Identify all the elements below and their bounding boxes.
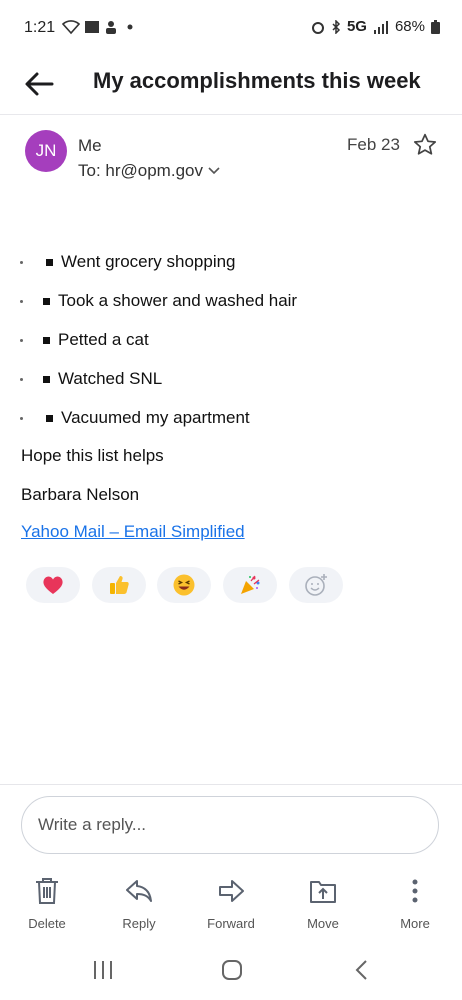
reaction-heart[interactable] [26, 567, 80, 603]
battery-icon [431, 19, 440, 34]
list-item: Petted a cat [20, 329, 149, 351]
reaction-thumbs-up[interactable] [92, 567, 146, 603]
forward-button[interactable]: Forward [196, 876, 266, 931]
thumbs-up-icon [110, 576, 129, 594]
reply-label: Reply [122, 916, 156, 931]
message-date: Feb 23 [347, 135, 400, 154]
move-to-folder-icon [310, 881, 336, 903]
inner-bullet [43, 375, 50, 383]
delete-label: Delete [28, 916, 66, 931]
back-nav-button[interactable] [352, 958, 372, 987]
list-item-text: Went grocery shopping [61, 252, 236, 271]
chevron-down-icon [208, 167, 220, 175]
recipient-label: To: hr@opm.gov [78, 161, 203, 180]
list-item-text: Took a shower and washed hair [58, 291, 298, 310]
outer-bullet [20, 338, 23, 342]
inner-bullet [43, 336, 50, 344]
more-button[interactable]: More [380, 876, 450, 931]
gallery-icon [84, 18, 100, 36]
arrow-left-icon [25, 72, 54, 96]
list-item: Went grocery shopping [20, 251, 236, 273]
reaction-laughing[interactable] [157, 567, 211, 603]
heart-icon [43, 576, 63, 594]
outer-bullet [20, 377, 23, 381]
outer-bullet [20, 416, 23, 420]
laughing-face-icon [173, 574, 195, 596]
notification-icon [104, 18, 118, 36]
add-reaction-icon [305, 574, 327, 596]
message-subject: My accomplishments this week [93, 68, 421, 93]
outer-bullet [20, 260, 23, 264]
recent-apps-icon [94, 961, 112, 979]
star-icon [413, 133, 437, 155]
sender-name[interactable]: Me [78, 136, 102, 156]
app-header: My accomplishments this week [0, 56, 462, 115]
outer-bullet [20, 299, 23, 303]
reply-button[interactable]: Reply [104, 876, 174, 931]
closing-text: Hope this list helps [21, 446, 164, 465]
inner-bullet [43, 297, 50, 305]
move-label: Move [307, 916, 339, 931]
signature: Barbara Nelson [21, 485, 140, 504]
list-item: Took a shower and washed hair [20, 290, 297, 312]
move-button[interactable]: Move [288, 876, 358, 931]
reply-input[interactable]: Write a reply... [21, 796, 439, 854]
status-bar: 1:21 5G 68% [0, 0, 462, 56]
recipient-toggle[interactable]: To: hr@opm.gov [78, 161, 221, 181]
more-label: More [400, 916, 430, 931]
list-item: Vacuumed my apartment [20, 407, 250, 429]
status-time: 1:21 [24, 19, 56, 36]
list-item-text: Watched SNL [58, 369, 163, 388]
dot-icon [127, 18, 133, 36]
star-button[interactable] [412, 132, 438, 158]
bluetooth-icon [332, 19, 341, 34]
forward-icon [219, 880, 244, 902]
forward-label: Forward [207, 916, 255, 931]
reply-icon [126, 880, 152, 902]
inner-bullet [46, 258, 53, 266]
battery-percent: 68% [394, 18, 425, 35]
home-button[interactable] [220, 958, 244, 987]
home-icon [222, 960, 242, 980]
trash-icon [36, 878, 58, 904]
more-vertical-icon [412, 879, 418, 903]
party-popper-icon [241, 575, 260, 594]
reaction-party[interactable] [223, 567, 277, 603]
list-item: Watched SNL [20, 368, 162, 390]
alarm-icon [311, 21, 324, 34]
chevron-left-icon [355, 960, 367, 980]
divider [0, 784, 462, 785]
inner-bullet [46, 414, 53, 422]
avatar[interactable]: JN [25, 130, 67, 172]
list-item-text: Petted a cat [58, 330, 149, 349]
recent-apps-button[interactable] [92, 958, 114, 987]
network-label: 5G [346, 18, 367, 35]
reaction-add[interactable] [289, 567, 343, 603]
wifi-icon [62, 18, 80, 36]
status-right: 5G 68% [311, 18, 440, 35]
signal-icon [373, 20, 388, 34]
list-item-text: Vacuumed my apartment [61, 408, 250, 427]
footer-link[interactable]: Yahoo Mail – Email Simplified [21, 522, 245, 542]
back-button[interactable] [22, 66, 58, 102]
delete-button[interactable]: Delete [12, 876, 82, 931]
